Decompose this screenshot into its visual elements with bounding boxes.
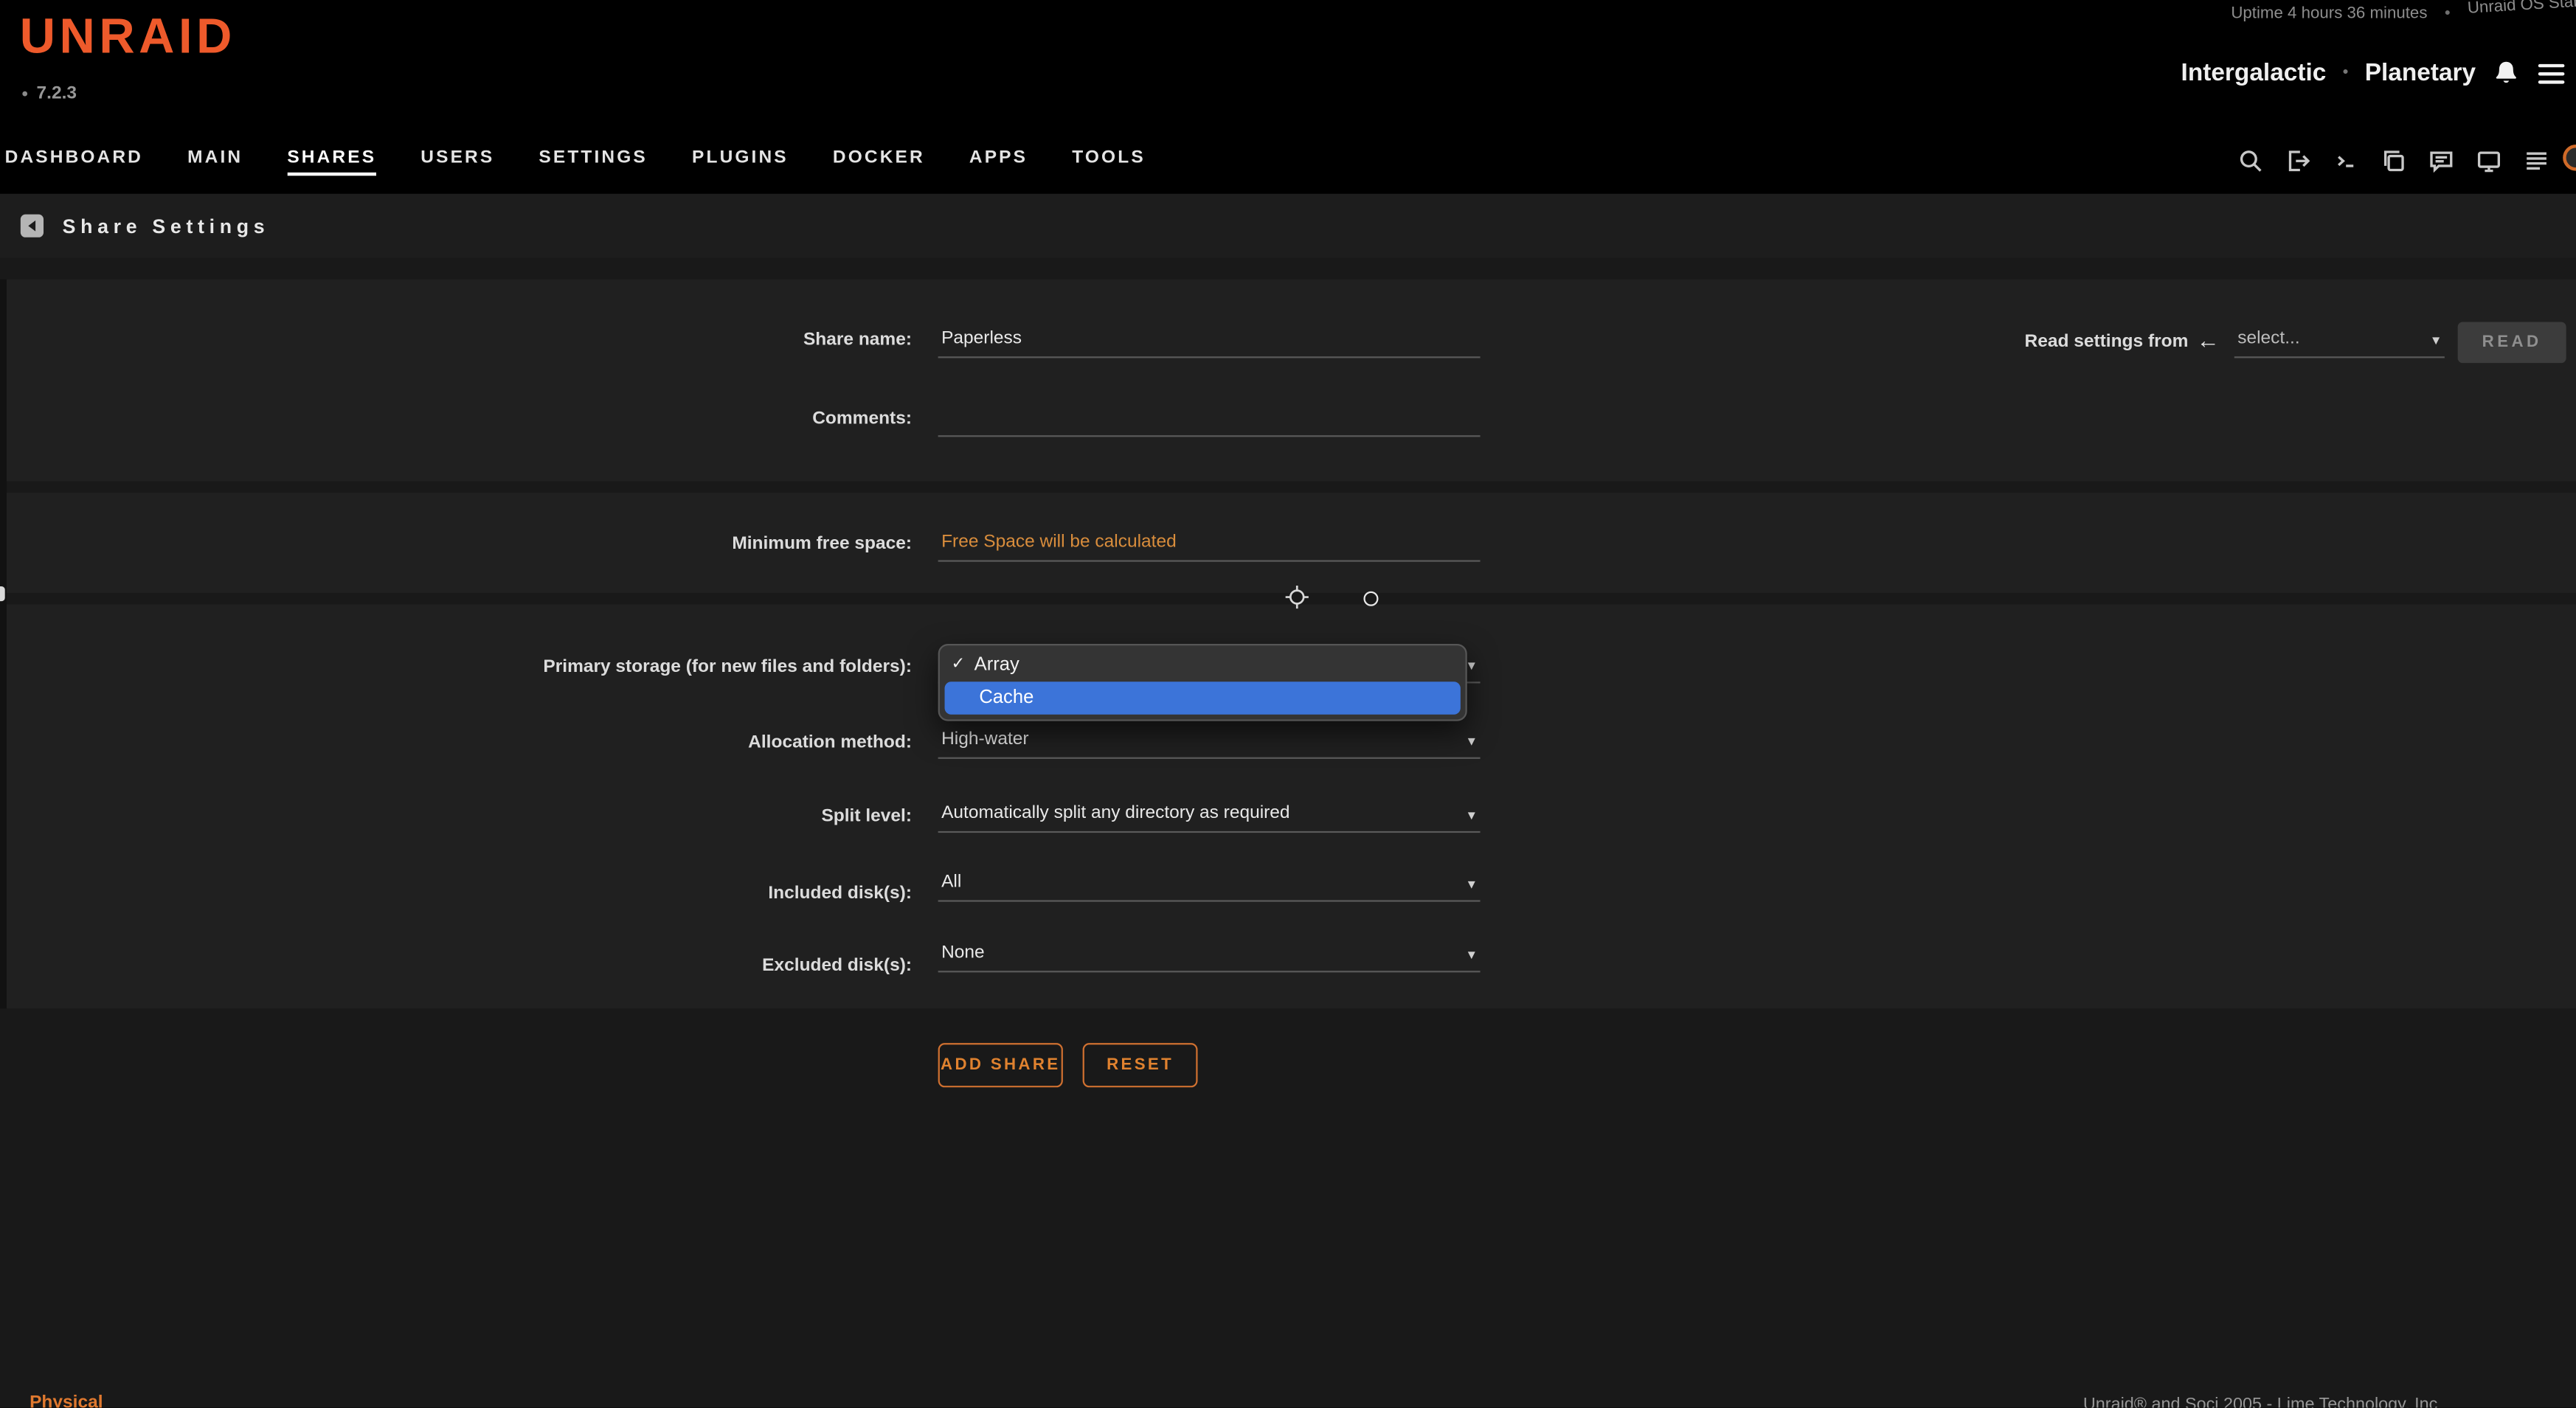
nav-item-apps[interactable]: APPS — [969, 147, 1028, 175]
excluded-disks-label: Excluded disk(s): — [0, 956, 912, 976]
read-settings-select[interactable]: select... ▾ — [2234, 322, 2445, 358]
footer-copyright: Unraid® and Soci 2005 - Lime Technology,… — [2083, 1395, 2437, 1408]
page-title-bar: Share Settings — [0, 194, 2576, 258]
chevron-down-icon: ▾ — [1468, 732, 1475, 750]
add-share-button[interactable]: ADD SHARE — [938, 1043, 1063, 1087]
excluded-disks-value: None — [941, 942, 985, 962]
version-number: 7.2.3 — [37, 84, 77, 104]
chevron-down-icon: ▾ — [1468, 657, 1475, 675]
form-section-identity — [0, 280, 2576, 482]
nav-item-main[interactable]: MAIN — [187, 147, 243, 175]
allocation-method-value: High-water — [941, 729, 1028, 749]
crosshair-cursor-icon — [1285, 585, 1309, 618]
uptime-separator: • — [2445, 5, 2451, 23]
feedback-icon[interactable] — [2428, 148, 2455, 174]
notifications-bell-icon[interactable] — [2492, 59, 2520, 87]
nav-item-users[interactable]: USERS — [420, 147, 494, 175]
server-description: Planetary — [2365, 59, 2476, 87]
chevron-down-icon: ▾ — [1468, 875, 1475, 893]
monitor-icon[interactable] — [2476, 148, 2502, 174]
comments-input[interactable] — [938, 400, 1481, 437]
copy-icon[interactable] — [2381, 148, 2407, 174]
left-edge-marker — [0, 586, 5, 601]
logout-icon[interactable] — [2285, 148, 2312, 174]
version-label: ● 7.2.3 — [21, 84, 77, 104]
search-icon[interactable] — [2237, 148, 2264, 174]
minimum-free-space-label: Minimum free space: — [0, 534, 912, 554]
license-ribbon: Unraid OS Starter — [2467, 0, 2576, 18]
reset-button[interactable]: RESET — [1083, 1043, 1198, 1087]
server-name: Intergalactic — [2181, 59, 2327, 87]
version-dot-icon: ● — [21, 88, 28, 100]
server-separator: • — [2343, 64, 2349, 82]
allocation-method-label: Allocation method: — [0, 732, 912, 752]
nav-item-shares[interactable]: SHARES — [287, 147, 376, 175]
unraid-webgui: UNRAID ● 7.2.3 Uptime 4 hours 36 minutes… — [0, 0, 2576, 1408]
dropdown-option-cache[interactable]: Cache — [945, 682, 1461, 715]
included-disks-label: Included disk(s): — [0, 884, 912, 904]
page-title: Share Settings — [63, 215, 270, 237]
footer-link[interactable]: Physical — [30, 1393, 103, 1408]
allocation-method-select[interactable]: High-water ▾ — [938, 723, 1481, 759]
back-icon[interactable] — [20, 214, 44, 238]
split-level-value: Automatically split any directory as req… — [941, 802, 1289, 822]
excluded-disks-select[interactable]: None ▾ — [938, 936, 1481, 972]
nav-item-tools[interactable]: TOOLS — [1072, 147, 1146, 175]
chevron-down-icon: ▾ — [2432, 332, 2440, 350]
unraid-logo[interactable]: UNRAID — [20, 10, 236, 66]
read-settings-selected-value: select... — [2237, 327, 2299, 347]
primary-storage-dropdown: ✓ Array Cache — [938, 644, 1467, 721]
terminal-icon[interactable] — [2333, 148, 2359, 174]
log-icon[interactable] — [2524, 148, 2550, 174]
nav-item-docker[interactable]: DOCKER — [833, 147, 925, 175]
chevron-down-icon: ▾ — [1468, 946, 1475, 964]
nav-item-settings[interactable]: SETTINGS — [539, 147, 647, 175]
share-name-input[interactable] — [938, 322, 1481, 358]
dropdown-option-label: Array — [974, 654, 1019, 674]
dropdown-option-label: Cache — [979, 688, 1033, 708]
chevron-down-icon: ▾ — [1468, 806, 1475, 824]
nav-item-dashboard[interactable]: DASHBOARD — [5, 147, 143, 175]
included-disks-value: All — [941, 871, 961, 891]
included-disks-select[interactable]: All ▾ — [938, 866, 1481, 902]
arrow-left-icon: ← — [2197, 327, 2220, 353]
split-level-label: Split level: — [0, 806, 912, 826]
server-identity: Intergalactic • Planetary — [2181, 59, 2566, 87]
check-icon: ✓ — [951, 656, 967, 673]
menu-hamburger-icon[interactable] — [2537, 62, 2566, 85]
header-toolbar — [2237, 135, 2549, 187]
dropdown-option-array[interactable]: ✓ Array — [940, 647, 1466, 682]
nav-item-plugins[interactable]: PLUGINS — [692, 147, 789, 175]
read-button[interactable]: READ — [2458, 322, 2566, 363]
split-level-select[interactable]: Automatically split any directory as req… — [938, 797, 1481, 833]
click-ring-indicator — [1363, 592, 1378, 606]
read-settings-label: Read settings from — [1889, 332, 2188, 352]
main-nav: DASHBOARD MAIN SHARES USERS SETTINGS PLU… — [0, 135, 2576, 187]
primary-storage-label: Primary storage (for new files and folde… — [0, 657, 912, 677]
minimum-free-space-input[interactable] — [938, 526, 1481, 562]
share-name-label: Share name: — [0, 330, 912, 350]
comments-label: Comments: — [0, 409, 912, 429]
uptime-text: Uptime 4 hours 36 minutes — [2231, 5, 2427, 23]
